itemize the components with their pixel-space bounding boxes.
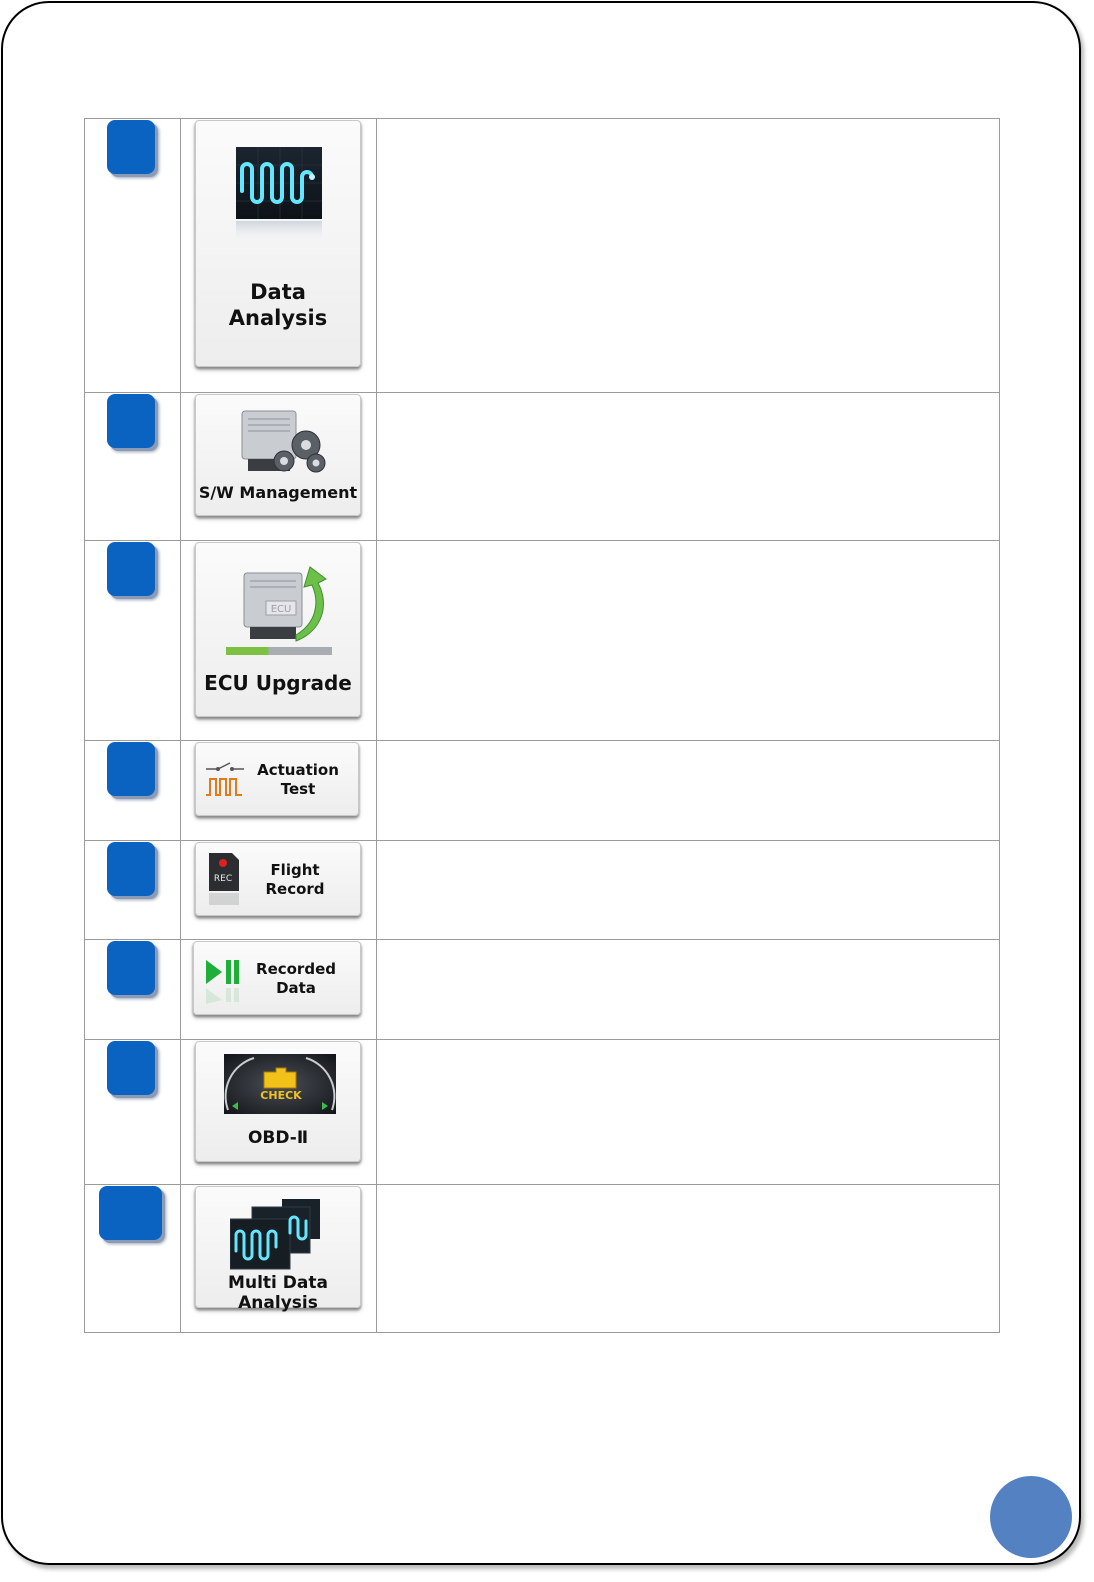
table-row: Recorded Data xyxy=(84,939,1000,1040)
number-badge xyxy=(107,394,155,448)
button-cell: Data Analysis xyxy=(180,118,377,393)
description-cell xyxy=(376,939,1000,1040)
sw-management-label: S/W Management xyxy=(198,483,358,502)
number-badge xyxy=(107,842,155,896)
switch-pulse-icon xyxy=(206,762,244,796)
table-row: Actuation Test xyxy=(84,740,1000,841)
rec-card-icon: REC xyxy=(209,853,239,905)
number-badge xyxy=(107,542,155,596)
number-cell xyxy=(84,840,181,940)
description-cell xyxy=(376,1039,1000,1185)
obd-ii-button[interactable]: CHECK OBD-Ⅱ xyxy=(195,1041,361,1162)
description-cell xyxy=(376,740,1000,841)
table-row: CHECK OBD-Ⅱ xyxy=(84,1039,1000,1185)
multi-data-analysis-button[interactable]: Multi Data Analysis xyxy=(195,1186,361,1313)
multi-waveform-monitor-icon xyxy=(230,1199,320,1270)
menu-description-table: Data Analysis S/W Management ECU ECU Upg… xyxy=(84,118,1000,1333)
flight-record-label-line1: Flight xyxy=(270,861,320,879)
number-badge xyxy=(107,941,155,995)
button-cell: Multi Data Analysis xyxy=(180,1184,377,1333)
actuation-test-label-line1: Actuation xyxy=(257,761,339,779)
description-cell xyxy=(376,118,1000,393)
sw-management-button[interactable]: S/W Management xyxy=(195,394,361,516)
button-cell: REC Flight Record xyxy=(180,840,377,940)
number-cell xyxy=(84,939,181,1040)
ecu-upgrade-button[interactable]: ECU ECU Upgrade xyxy=(195,542,361,717)
data-analysis-button[interactable]: Data Analysis xyxy=(195,120,361,367)
table-row: Multi Data Analysis xyxy=(84,1184,1000,1333)
actuation-test-label-line2: Test xyxy=(280,780,316,798)
number-cell xyxy=(84,392,181,541)
flight-record-button[interactable]: REC Flight Record xyxy=(195,842,361,916)
number-badge xyxy=(107,742,155,796)
check-engine-dashboard-icon: CHECK xyxy=(224,1054,336,1114)
number-cell xyxy=(84,118,181,393)
button-cell: Recorded Data xyxy=(180,939,377,1040)
number-cell xyxy=(84,740,181,841)
description-cell xyxy=(376,1184,1000,1333)
recorded-data-label-line1: Recorded xyxy=(256,960,336,978)
ecu-chip-text: ECU xyxy=(271,604,292,615)
description-cell xyxy=(376,540,1000,741)
flight-record-label-line2: Record xyxy=(265,880,325,898)
recorded-data-label-line2: Data xyxy=(276,979,316,997)
data-analysis-label-line2: Analysis xyxy=(228,306,328,330)
data-analysis-label-line1: Data xyxy=(250,280,306,304)
play-pause-icon xyxy=(206,960,239,1004)
button-cell: ECU ECU Upgrade xyxy=(180,540,377,741)
ecu-gears-icon xyxy=(241,410,326,473)
table-row: REC Flight Record xyxy=(84,840,1000,940)
waveform-monitor-icon xyxy=(236,147,322,245)
description-cell xyxy=(376,392,1000,541)
obd-ii-label: OBD-Ⅱ xyxy=(247,1128,309,1148)
number-badge xyxy=(107,120,155,174)
actuation-test-button[interactable]: Actuation Test xyxy=(195,742,359,816)
description-cell xyxy=(376,840,1000,940)
button-cell: S/W Management xyxy=(180,392,377,541)
rec-text: REC xyxy=(214,874,232,884)
recorded-data-button[interactable]: Recorded Data xyxy=(193,941,361,1015)
ecu-progress-fill xyxy=(226,647,269,655)
table-row: S/W Management xyxy=(84,392,1000,541)
number-cell xyxy=(84,1184,181,1333)
number-cell xyxy=(84,540,181,741)
number-cell xyxy=(84,1039,181,1185)
number-badge xyxy=(107,1041,155,1095)
table-row: ECU ECU Upgrade xyxy=(84,540,1000,741)
page-number-badge xyxy=(990,1476,1072,1558)
ecu-upgrade-arrow-icon: ECU xyxy=(226,566,332,655)
check-text: CHECK xyxy=(260,1089,302,1102)
button-cell: Actuation Test xyxy=(180,740,377,841)
ecu-upgrade-label: ECU Upgrade xyxy=(204,671,352,695)
number-badge xyxy=(99,1186,162,1240)
table-row: Data Analysis xyxy=(84,118,1000,393)
multi-data-analysis-label: Multi Data Analysis xyxy=(228,1273,328,1313)
button-cell: CHECK OBD-Ⅱ xyxy=(180,1039,377,1185)
